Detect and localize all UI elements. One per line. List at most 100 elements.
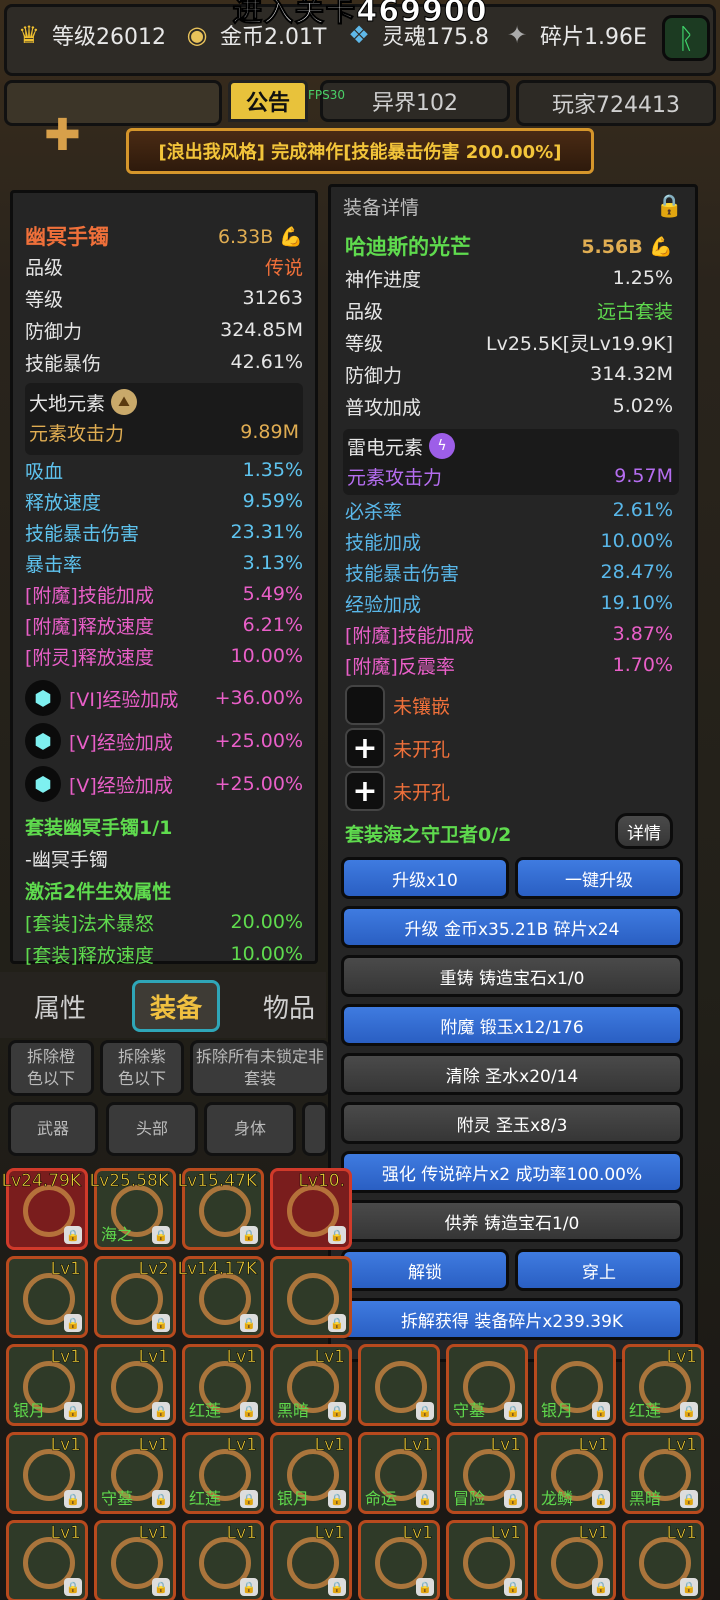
inventory-slot[interactable]: Lv1 🔒	[6, 1520, 88, 1600]
soul-icon: ❖	[348, 21, 370, 49]
lock-icon[interactable]: 🔒	[656, 194, 683, 219]
substat-row: 吸血 1.35%	[25, 459, 303, 483]
cross-emblem-icon: ✚	[44, 110, 81, 161]
strengthen-button[interactable]: 强化 传说碎片x2 成功率100.00%	[341, 1151, 683, 1193]
inventory-slot[interactable]: Lv1 红莲 🔒	[182, 1432, 264, 1514]
earth-element-icon: ⛰	[111, 389, 138, 415]
inventory-slot[interactable]: 🔒	[270, 1256, 352, 1338]
substat-row: 释放速度 9.59%	[25, 490, 303, 514]
lock-icon: 🔒	[680, 1578, 698, 1596]
lock-icon: 🔒	[504, 1402, 522, 1420]
stat-row: 防御力 324.85M	[25, 319, 303, 343]
inventory-slot[interactable]: Lv2 🔒	[94, 1256, 176, 1338]
slot-filter-head[interactable]: 头部	[106, 1102, 198, 1156]
lock-icon: 🔒	[64, 1402, 82, 1420]
dismantle-orange-button[interactable]: 拆除橙色以下	[8, 1040, 94, 1096]
item-name: 哈迪斯的光芒	[345, 235, 471, 259]
lock-icon: 🔒	[328, 1490, 346, 1508]
inventory-slot[interactable]: Lv1 🔒	[182, 1520, 264, 1600]
game-screen: { "top":{"stage_title":"进入关卡469900","lev…	[0, 0, 720, 1600]
lock-icon: 🔒	[64, 1226, 82, 1244]
inventory-slot[interactable]: Lv1 红莲 🔒	[622, 1344, 704, 1426]
inventory-slot[interactable]: Lv1 冒险 🔒	[446, 1432, 528, 1514]
inventory-slot[interactable]: Lv1 银月 🔒	[270, 1432, 352, 1514]
inventory-slot[interactable]: Lv1 🔒	[446, 1520, 528, 1600]
lock-icon: 🔒	[152, 1578, 170, 1596]
upgrade-button[interactable]: 升级 金币x35.21B 碎片x24	[341, 906, 683, 948]
set-detail-button[interactable]: 详情	[615, 813, 673, 849]
slot-filter-weapon[interactable]: 武器	[8, 1102, 98, 1156]
spirit-attach-button[interactable]: 附灵 圣玉x8/3	[341, 1102, 683, 1144]
stat-row: 等级 Lv25.5K[灵Lv19.9K]	[345, 332, 673, 355]
empty-socket-icon[interactable]	[345, 685, 385, 725]
realm-pill[interactable]: 异界102	[320, 80, 510, 122]
tab-equipment[interactable]: 装备	[132, 980, 220, 1032]
inventory-slot[interactable]: Lv1 黑暗 🔒	[270, 1344, 352, 1426]
clear-button[interactable]: 清除 圣水x20/14	[341, 1053, 683, 1095]
stat-row: 神作进度 1.25%	[345, 267, 673, 291]
feed-button[interactable]: 供养 铸造宝石1/0	[341, 1200, 683, 1242]
inventory-slot[interactable]: Lv1 🔒	[94, 1520, 176, 1600]
lock-icon: 🔒	[152, 1490, 170, 1508]
inventory-slot[interactable]: 🔒	[358, 1344, 440, 1426]
wear-button[interactable]: 穿上	[515, 1249, 683, 1291]
inventory-slot[interactable]: Lv1 命运 🔒	[358, 1432, 440, 1514]
inventory-slot[interactable]: Lv1 守墓 🔒	[94, 1432, 176, 1514]
stat-row: 品级 远古套装	[345, 300, 673, 323]
gem-row: ⬢ [V]经验加成 +25.00%	[25, 764, 303, 804]
stat-row: 普攻加成 5.02%	[345, 395, 673, 419]
inventory-slot[interactable]: Lv15.47K 🔒	[177, 1168, 264, 1250]
plus-icon[interactable]: +	[345, 771, 385, 811]
inventory-slot[interactable]: Lv1 黑暗 🔒	[622, 1432, 704, 1514]
inventory-slot[interactable]: Lv1 银月 🔒	[6, 1344, 88, 1426]
inventory-slot[interactable]: 守墓 🔒	[446, 1344, 528, 1426]
shard-icon: ✦	[506, 21, 528, 49]
slot-filter-more[interactable]	[302, 1102, 328, 1156]
enchant-row: [附魔]释放速度 6.21%	[25, 614, 303, 638]
player-pill[interactable]: 玩家724413	[516, 80, 716, 126]
upgrade-x10-button[interactable]: 升级x10	[341, 857, 509, 899]
lock-icon: 🔒	[680, 1402, 698, 1420]
inventory-slot[interactable]: Lv25.58K 海之 🔒	[89, 1168, 176, 1250]
inventory-slot[interactable]: 银月 🔒	[534, 1344, 616, 1426]
inventory-slot[interactable]: Lv14.17K 🔒	[177, 1256, 264, 1338]
tab-items[interactable]: 物品	[252, 980, 326, 1032]
inventory-slot[interactable]: Lv1 龙鳞 🔒	[534, 1432, 616, 1514]
element-attack-row: 元素攻击力 9.89M	[29, 421, 299, 445]
inventory-slot[interactable]: Lv1 🔒	[94, 1344, 176, 1426]
element-title: 大地元素 ⛰	[29, 387, 299, 417]
settings-button[interactable]: ᚱ	[662, 15, 710, 61]
inventory-slot[interactable]: Lv1 🔒	[6, 1256, 88, 1338]
lock-icon: 🔒	[240, 1490, 258, 1508]
set-bonus-row: [套装]法术暴怒 20.00%	[25, 911, 303, 935]
tab-attributes[interactable]: 属性	[18, 980, 102, 1032]
socket-row[interactable]: + 未开孔	[345, 728, 673, 768]
inventory-slot[interactable]: Lv1 🔒	[358, 1520, 440, 1600]
inventory-slot[interactable]: Lv1 🔒	[270, 1520, 352, 1600]
socket-row[interactable]: 未镶嵌	[345, 685, 673, 725]
inventory-slot[interactable]: Lv1 🔒	[534, 1520, 616, 1600]
enchant-button[interactable]: 附魔 锻玉x12/176	[341, 1004, 683, 1046]
inventory-slot[interactable]: Lv1 红莲 🔒	[182, 1344, 264, 1426]
dismantle-purple-button[interactable]: 拆除紫色以下	[100, 1040, 184, 1096]
inventory-slot[interactable]: Lv1 🔒	[6, 1432, 88, 1514]
inventory-slot[interactable]: Lv10. 🔒	[270, 1168, 352, 1250]
substat-row: 技能加成 10.00%	[345, 530, 673, 554]
dismantle-all-button[interactable]: 拆除所有未锁定非套装	[190, 1040, 330, 1096]
socket-row[interactable]: + 未开孔	[345, 771, 673, 811]
notice-tab[interactable]: 公告	[228, 80, 308, 122]
item-power: 6.33B 💪	[217, 225, 303, 248]
gem-icon: ⬢	[25, 680, 61, 716]
muscle-icon: 💪	[649, 235, 673, 258]
lock-icon: 🔒	[64, 1490, 82, 1508]
dismantle-button[interactable]: 拆解获得 装备碎片x239.39K	[341, 1298, 683, 1340]
inventory-slot[interactable]: Lv1 🔒	[622, 1520, 704, 1600]
slot-filter-body[interactable]: 身体	[204, 1102, 296, 1156]
gem-icon: ⬢	[25, 723, 61, 759]
inventory-slot[interactable]: Lv24.79K 🔒	[1, 1168, 88, 1250]
one-click-upgrade-button[interactable]: 一键升级	[515, 857, 683, 899]
lock-icon: 🔒	[152, 1314, 170, 1332]
plus-icon[interactable]: +	[345, 728, 385, 768]
unlock-button[interactable]: 解锁	[341, 1249, 509, 1291]
recast-button[interactable]: 重铸 铸造宝石x1/0	[341, 955, 683, 997]
